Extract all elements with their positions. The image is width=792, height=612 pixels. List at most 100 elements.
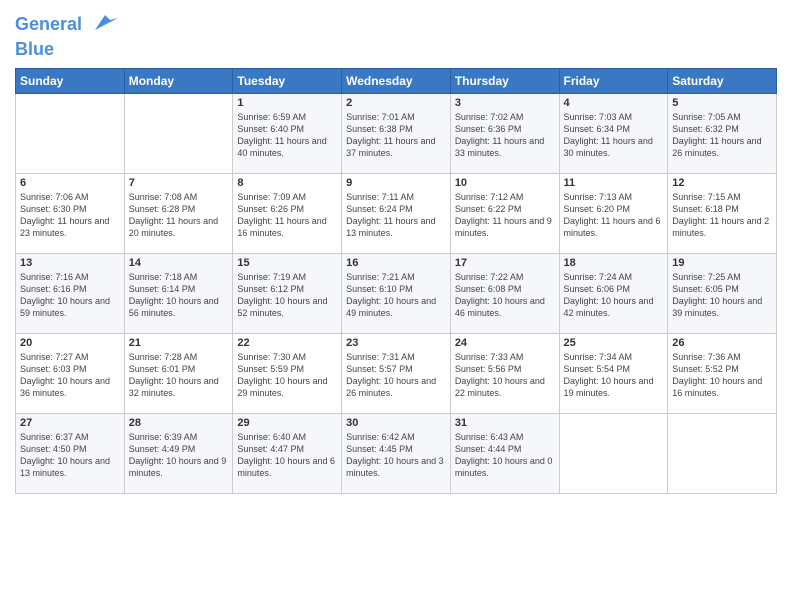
day-number: 6 (20, 177, 120, 189)
day-info: Sunrise: 7:09 AM Sunset: 6:26 PM Dayligh… (237, 191, 337, 240)
calendar-cell (668, 413, 777, 493)
day-info: Sunrise: 6:40 AM Sunset: 4:47 PM Dayligh… (237, 431, 337, 480)
day-header-thursday: Thursday (450, 68, 559, 93)
calendar-cell: 4 Sunrise: 7:03 AM Sunset: 6:34 PM Daylig… (559, 93, 668, 173)
calendar-cell: 9 Sunrise: 7:11 AM Sunset: 6:24 PM Daylig… (342, 173, 451, 253)
day-number: 13 (20, 257, 120, 269)
day-number: 12 (672, 177, 772, 189)
calendar-cell: 24 Sunrise: 7:33 AM Sunset: 5:56 PM Dayli… (450, 333, 559, 413)
day-number: 7 (129, 177, 229, 189)
calendar-cell (559, 413, 668, 493)
day-number: 28 (129, 417, 229, 429)
day-number: 5 (672, 97, 772, 109)
calendar-cell: 16 Sunrise: 7:21 AM Sunset: 6:10 PM Dayli… (342, 253, 451, 333)
calendar-cell: 2Sunrise: 7:01 AM Sunset: 6:38 PM Daylig… (342, 93, 451, 173)
day-info: Sunrise: 7:08 AM Sunset: 6:28 PM Dayligh… (129, 191, 229, 240)
day-number: 8 (237, 177, 337, 189)
week-row-4: 27Sunrise: 6:37 AM Sunset: 4:50 PM Dayli… (16, 413, 777, 493)
day-number: 30 (346, 417, 446, 429)
calendar-cell: 5 Sunrise: 7:05 AM Sunset: 6:32 PM Daylig… (668, 93, 777, 173)
day-number: 10 (455, 177, 555, 189)
day-info: Sunrise: 7:02 AM Sunset: 6:36 PM Dayligh… (455, 111, 555, 160)
calendar-cell: 26 Sunrise: 7:36 AM Sunset: 5:52 PM Dayli… (668, 333, 777, 413)
calendar-cell: 22Sunrise: 7:30 AM Sunset: 5:59 PM Dayli… (233, 333, 342, 413)
day-header-friday: Friday (559, 68, 668, 93)
logo-blue: Blue (15, 40, 120, 60)
calendar-cell: 25Sunrise: 7:34 AM Sunset: 5:54 PM Dayli… (559, 333, 668, 413)
day-number: 27 (20, 417, 120, 429)
day-number: 1 (237, 97, 337, 109)
header: General Blue (15, 10, 777, 60)
day-info: Sunrise: 6:39 AM Sunset: 4:49 PM Dayligh… (129, 431, 229, 480)
day-number: 23 (346, 337, 446, 349)
page: General Blue SundayMondayTuesdayWednesda… (0, 0, 792, 612)
logo: General Blue (15, 10, 120, 60)
day-number: 17 (455, 257, 555, 269)
day-info: Sunrise: 7:03 AM Sunset: 6:34 PM Dayligh… (564, 111, 664, 160)
day-number: 4 (564, 97, 664, 109)
day-number: 29 (237, 417, 337, 429)
day-number: 9 (346, 177, 446, 189)
calendar-cell: 18Sunrise: 7:24 AM Sunset: 6:06 PM Dayli… (559, 253, 668, 333)
day-info: Sunrise: 7:31 AM Sunset: 5:57 PM Dayligh… (346, 351, 446, 400)
week-row-3: 20 Sunrise: 7:27 AM Sunset: 6:03 PM Dayli… (16, 333, 777, 413)
logo-bird-icon (90, 10, 120, 40)
day-info: Sunrise: 7:11 AM Sunset: 6:24 PM Dayligh… (346, 191, 446, 240)
calendar-cell: 30 Sunrise: 6:42 AM Sunset: 4:45 PM Dayli… (342, 413, 451, 493)
day-info: Sunrise: 7:18 AM Sunset: 6:14 PM Dayligh… (129, 271, 229, 320)
day-info: Sunrise: 7:24 AM Sunset: 6:06 PM Dayligh… (564, 271, 664, 320)
day-number: 24 (455, 337, 555, 349)
logo-text: General (15, 10, 120, 40)
day-number: 21 (129, 337, 229, 349)
day-number: 20 (20, 337, 120, 349)
calendar-cell: 12 Sunrise: 7:15 AM Sunset: 6:18 PM Dayli… (668, 173, 777, 253)
day-info: Sunrise: 7:25 AM Sunset: 6:05 PM Dayligh… (672, 271, 772, 320)
day-number: 2 (346, 97, 446, 109)
day-info: Sunrise: 7:30 AM Sunset: 5:59 PM Dayligh… (237, 351, 337, 400)
day-number: 16 (346, 257, 446, 269)
day-info: Sunrise: 6:42 AM Sunset: 4:45 PM Dayligh… (346, 431, 446, 480)
day-info: Sunrise: 7:21 AM Sunset: 6:10 PM Dayligh… (346, 271, 446, 320)
calendar-cell: 15Sunrise: 7:19 AM Sunset: 6:12 PM Dayli… (233, 253, 342, 333)
calendar-cell: 27Sunrise: 6:37 AM Sunset: 4:50 PM Dayli… (16, 413, 125, 493)
logo-general: General (15, 14, 82, 34)
calendar-cell: 6Sunrise: 7:06 AM Sunset: 6:30 PM Daylig… (16, 173, 125, 253)
day-info: Sunrise: 7:13 AM Sunset: 6:20 PM Dayligh… (564, 191, 664, 240)
day-header-tuesday: Tuesday (233, 68, 342, 93)
header-row: SundayMondayTuesdayWednesdayThursdayFrid… (16, 68, 777, 93)
calendar-cell: 10 Sunrise: 7:12 AM Sunset: 6:22 PM Dayli… (450, 173, 559, 253)
day-info: Sunrise: 7:05 AM Sunset: 6:32 PM Dayligh… (672, 111, 772, 160)
calendar-cell: 8 Sunrise: 7:09 AM Sunset: 6:26 PM Daylig… (233, 173, 342, 253)
calendar-cell: 20 Sunrise: 7:27 AM Sunset: 6:03 PM Dayli… (16, 333, 125, 413)
calendar-cell: 14 Sunrise: 7:18 AM Sunset: 6:14 PM Dayli… (124, 253, 233, 333)
calendar-cell (16, 93, 125, 173)
calendar-cell (124, 93, 233, 173)
day-info: Sunrise: 7:19 AM Sunset: 6:12 PM Dayligh… (237, 271, 337, 320)
day-info: Sunrise: 7:27 AM Sunset: 6:03 PM Dayligh… (20, 351, 120, 400)
day-info: Sunrise: 7:36 AM Sunset: 5:52 PM Dayligh… (672, 351, 772, 400)
calendar-cell: 7 Sunrise: 7:08 AM Sunset: 6:28 PM Daylig… (124, 173, 233, 253)
day-info: Sunrise: 7:33 AM Sunset: 5:56 PM Dayligh… (455, 351, 555, 400)
calendar-cell: 31Sunrise: 6:43 AM Sunset: 4:44 PM Dayli… (450, 413, 559, 493)
day-number: 3 (455, 97, 555, 109)
calendar-cell: 28 Sunrise: 6:39 AM Sunset: 4:49 PM Dayli… (124, 413, 233, 493)
day-info: Sunrise: 7:12 AM Sunset: 6:22 PM Dayligh… (455, 191, 555, 240)
calendar-cell: 11 Sunrise: 7:13 AM Sunset: 6:20 PM Dayli… (559, 173, 668, 253)
day-number: 11 (564, 177, 664, 189)
week-row-2: 13Sunrise: 7:16 AM Sunset: 6:16 PM Dayli… (16, 253, 777, 333)
calendar-cell: 23 Sunrise: 7:31 AM Sunset: 5:57 PM Dayli… (342, 333, 451, 413)
day-number: 19 (672, 257, 772, 269)
day-info: Sunrise: 6:43 AM Sunset: 4:44 PM Dayligh… (455, 431, 555, 480)
calendar-cell: 17Sunrise: 7:22 AM Sunset: 6:08 PM Dayli… (450, 253, 559, 333)
day-header-sunday: Sunday (16, 68, 125, 93)
day-info: Sunrise: 7:15 AM Sunset: 6:18 PM Dayligh… (672, 191, 772, 240)
calendar-cell: 13Sunrise: 7:16 AM Sunset: 6:16 PM Dayli… (16, 253, 125, 333)
week-row-1: 6Sunrise: 7:06 AM Sunset: 6:30 PM Daylig… (16, 173, 777, 253)
calendar-cell: 19 Sunrise: 7:25 AM Sunset: 6:05 PM Dayli… (668, 253, 777, 333)
day-info: Sunrise: 7:28 AM Sunset: 6:01 PM Dayligh… (129, 351, 229, 400)
day-number: 14 (129, 257, 229, 269)
day-header-monday: Monday (124, 68, 233, 93)
calendar-cell: 1Sunrise: 6:59 AM Sunset: 6:40 PM Daylig… (233, 93, 342, 173)
day-number: 26 (672, 337, 772, 349)
day-number: 25 (564, 337, 664, 349)
